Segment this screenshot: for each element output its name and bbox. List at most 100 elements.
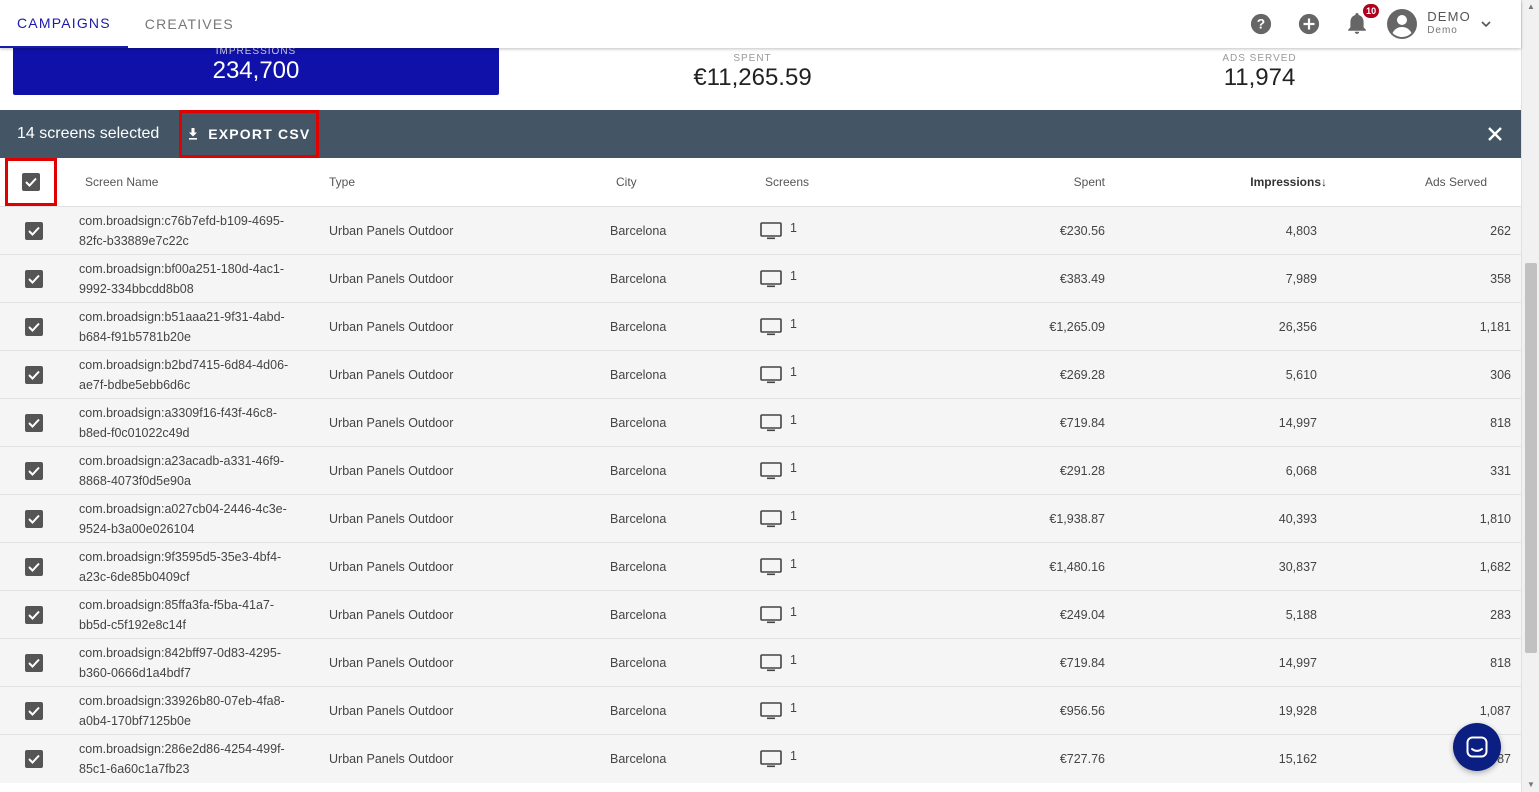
monitor-icon — [760, 317, 782, 335]
header-spent[interactable]: Spent — [930, 158, 1105, 207]
export-csv-button[interactable]: EXPORT CSV — [179, 110, 320, 158]
row-checkbox[interactable] — [24, 605, 43, 624]
cell-screens: 1 — [760, 206, 930, 255]
cell-city: Barcelona — [610, 302, 760, 351]
cell-type: Urban Panels Outdoor — [329, 638, 610, 687]
notification-badge: 10 — [1361, 2, 1382, 20]
cell-screens: 1 — [760, 398, 930, 447]
row-checkbox[interactable] — [24, 365, 43, 384]
table-row[interactable]: com.broadsign:c76b7efd-b109-4695- 82fc-b3… — [0, 206, 1521, 255]
screens-count: 1 — [790, 556, 797, 571]
checkmark-icon — [27, 418, 40, 428]
row-select-cell — [0, 638, 67, 687]
header-screens[interactable]: Screens — [760, 158, 930, 207]
cell-ads-served: 1,181 — [1327, 302, 1521, 351]
screen-name-line1: com.broadsign:b2bd7415-6d84-4d06- — [79, 357, 289, 372]
selection-toolbar: 14 screens selected EXPORT CSV — [0, 110, 1521, 158]
tab-campaigns[interactable]: CAMPAIGNS — [0, 0, 128, 48]
header-screen-name[interactable]: Screen Name — [67, 158, 329, 207]
add-circle-icon[interactable] — [1297, 12, 1321, 36]
monitor-icon — [760, 461, 782, 479]
page-scrollbar[interactable]: ▲ ▼ — [1521, 0, 1539, 792]
screens-count: 1 — [790, 412, 797, 427]
cell-spent: €1,265.09 — [930, 302, 1105, 351]
notifications-bell-icon[interactable]: 10 — [1345, 2, 1382, 36]
cell-screens: 1 — [760, 686, 930, 735]
cell-type: Urban Panels Outdoor — [329, 686, 610, 735]
cell-screen-name: com.broadsign:c76b7efd-b109-4695- 82fc-b3… — [67, 206, 329, 255]
cell-impressions: 30,837 — [1105, 542, 1327, 591]
screen-name-line1: com.broadsign:33926b80-07eb-4fa8- — [79, 693, 285, 708]
cell-screens: 1 — [760, 590, 930, 639]
cell-screen-name: com.broadsign:bf00a251-180d-4ac1- 9992-33… — [67, 254, 329, 303]
cell-screen-name: com.broadsign:842bff97-0d83-4295- b360-06… — [67, 638, 329, 687]
user-menu[interactable]: DEMO Demo — [1387, 9, 1491, 39]
checkmark-icon — [27, 226, 40, 236]
checkmark-icon — [27, 274, 40, 284]
checkmark-icon — [27, 754, 40, 764]
header-type[interactable]: Type — [329, 158, 610, 207]
row-checkbox[interactable] — [24, 653, 43, 672]
cell-type: Urban Panels Outdoor — [329, 302, 610, 351]
row-checkbox[interactable] — [24, 269, 43, 288]
table-row[interactable]: com.broadsign:33926b80-07eb-4fa8- a0b4-17… — [0, 686, 1521, 735]
cell-screens: 1 — [760, 350, 930, 399]
table-row[interactable]: com.broadsign:a3309f16-f43f-46c8- b8ed-f0… — [0, 398, 1521, 447]
table-row[interactable]: com.broadsign:a23acadb-a331-46f9- 8868-40… — [0, 446, 1521, 495]
header-impressions[interactable]: Impressions↓ — [1105, 158, 1327, 207]
screen-name-line1: com.broadsign:842bff97-0d83-4295- — [79, 645, 281, 660]
row-select-cell — [0, 350, 67, 399]
screens-count: 1 — [790, 220, 797, 235]
table-row[interactable]: com.broadsign:b51aaa21-9f31-4abd-b684-f9… — [0, 302, 1521, 351]
checkmark-icon — [27, 706, 40, 716]
cell-type: Urban Panels Outdoor — [329, 398, 610, 447]
scroll-up-icon[interactable]: ▲ — [1527, 2, 1535, 11]
select-all-checkbox[interactable] — [22, 173, 40, 191]
table-row[interactable]: com.broadsign:286e2d86-4254-499f- 85c1-6a… — [0, 734, 1521, 783]
scrollbar-thumb[interactable] — [1525, 263, 1537, 653]
table-row[interactable]: com.broadsign:842bff97-0d83-4295- b360-06… — [0, 638, 1521, 687]
row-checkbox[interactable] — [24, 509, 43, 528]
row-checkbox[interactable] — [24, 221, 43, 240]
row-checkbox[interactable] — [24, 413, 43, 432]
help-icon[interactable]: ? — [1249, 12, 1273, 36]
row-select-cell — [0, 734, 67, 783]
monitor-icon — [760, 701, 782, 719]
monitor-icon — [760, 413, 782, 431]
cell-ads-served: 283 — [1327, 590, 1521, 639]
monitor-icon — [760, 509, 782, 527]
checkmark-icon — [27, 562, 40, 572]
stat-label: ADS SERVED — [1222, 53, 1297, 64]
screen-name-line2: 85c1-6a60c1a7fb23 — [79, 761, 190, 776]
table-row[interactable]: com.broadsign:9f3595d5-35e3-4bf4- a23c-6d… — [0, 542, 1521, 591]
cell-spent: €727.76 — [930, 734, 1105, 783]
row-checkbox[interactable] — [24, 749, 43, 768]
cell-screens: 1 — [760, 446, 930, 495]
cell-screen-name: com.broadsign:85ffa3fa-f5ba-41a7- bb5d-c5… — [67, 590, 329, 639]
monitor-icon — [760, 365, 782, 383]
chat-launcher-button[interactable] — [1453, 723, 1501, 771]
screen-name-line1: com.broadsign:bf00a251-180d-4ac1- — [79, 261, 284, 276]
cell-screens: 1 — [760, 254, 930, 303]
table-row[interactable]: com.broadsign:85ffa3fa-f5ba-41a7- bb5d-c5… — [0, 590, 1521, 639]
tab-creatives[interactable]: CREATIVES — [128, 0, 251, 48]
table-row[interactable]: com.broadsign:bf00a251-180d-4ac1- 9992-33… — [0, 254, 1521, 303]
row-checkbox[interactable] — [24, 557, 43, 576]
row-checkbox[interactable] — [24, 317, 43, 336]
screen-name-line2: 82fc-b33889e7c22c — [79, 233, 189, 248]
monitor-icon — [760, 269, 782, 287]
scroll-down-icon[interactable]: ▼ — [1527, 780, 1535, 789]
cell-ads-served: 331 — [1327, 446, 1521, 495]
cell-type: Urban Panels Outdoor — [329, 206, 610, 255]
cell-ads-served: 818 — [1327, 638, 1521, 687]
table-row[interactable]: com.broadsign:a027cb04-2446-4c3e- 9524-b3… — [0, 494, 1521, 543]
row-checkbox[interactable] — [24, 461, 43, 480]
header-ads-served[interactable]: Ads Served — [1327, 158, 1521, 207]
header-city[interactable]: City — [610, 158, 760, 207]
top-nav: CAMPAIGNS CREATIVES ? 10 DEMO Demo — [0, 0, 1521, 48]
screen-name-line1: com.broadsign:286e2d86-4254-499f- — [79, 741, 285, 756]
row-checkbox[interactable] — [24, 701, 43, 720]
close-icon[interactable] — [1487, 126, 1503, 142]
cell-type: Urban Panels Outdoor — [329, 494, 610, 543]
table-row[interactable]: com.broadsign:b2bd7415-6d84-4d06- ae7f-bd… — [0, 350, 1521, 399]
